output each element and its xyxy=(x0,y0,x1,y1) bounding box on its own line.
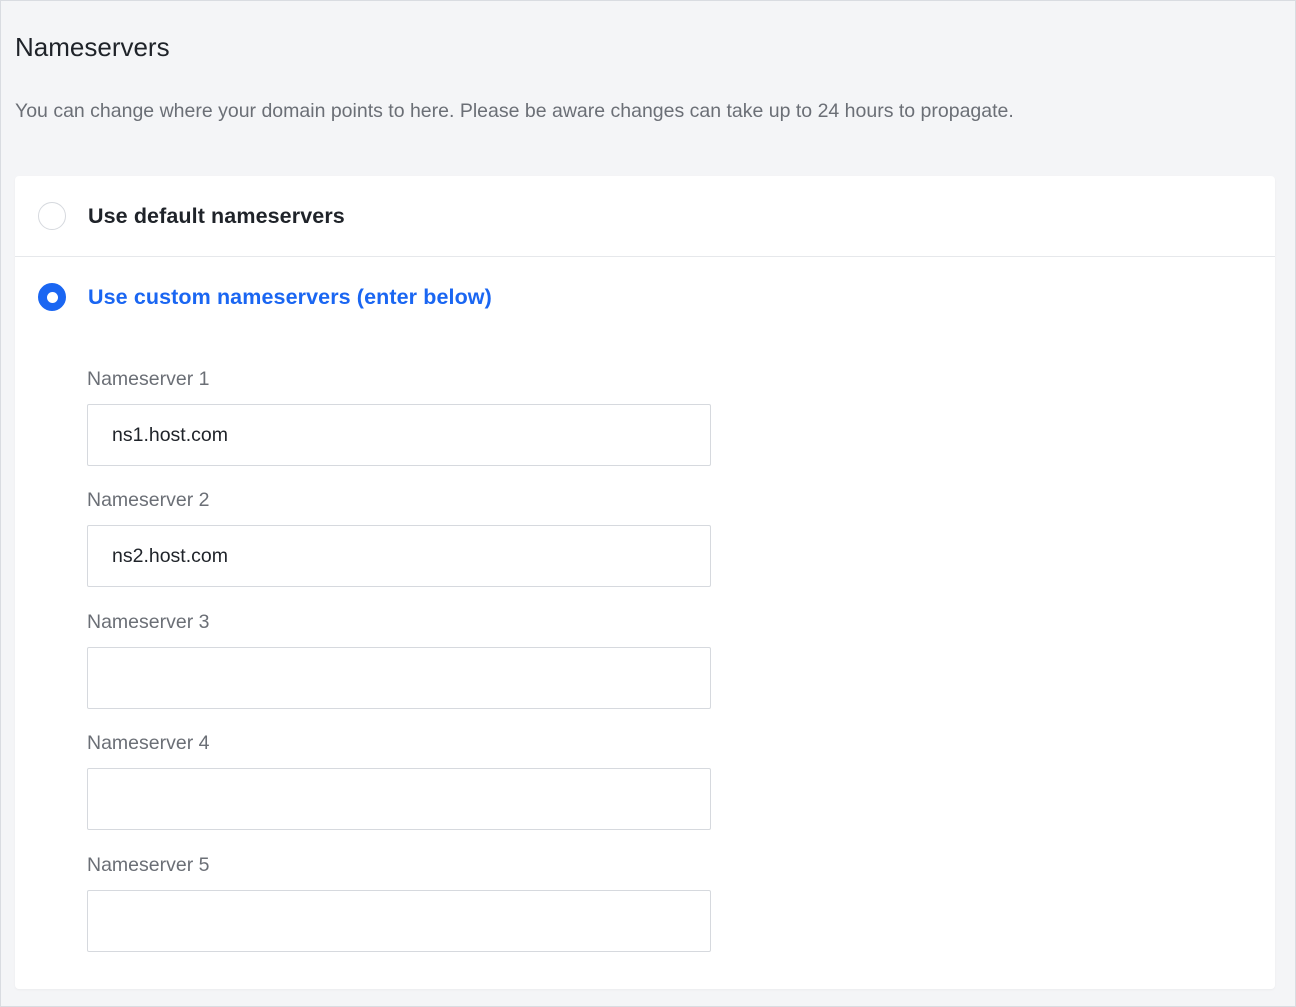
nameserver-4-input[interactable] xyxy=(87,768,711,830)
nameserver-5-input[interactable] xyxy=(87,890,711,952)
nameserver-3-label: Nameserver 3 xyxy=(87,611,210,633)
nameserver-5-label: Nameserver 5 xyxy=(87,854,210,876)
default-nameservers-label[interactable]: Use default nameservers xyxy=(88,202,345,230)
page-title: Nameservers xyxy=(15,32,170,62)
page-description: You can change where your domain points … xyxy=(15,100,1014,122)
nameserver-2-label: Nameserver 2 xyxy=(87,489,210,511)
nameserver-1-label: Nameserver 1 xyxy=(87,368,210,390)
nameservers-panel: Nameservers You can change where your do… xyxy=(0,0,1296,1007)
nameserver-1-input[interactable] xyxy=(87,404,711,466)
nameserver-options-card: Use default nameservers Use custom names… xyxy=(15,176,1275,989)
default-nameservers-option[interactable]: Use default nameservers xyxy=(15,176,1275,257)
nameserver-2-input[interactable] xyxy=(87,525,711,587)
nameserver-3-input[interactable] xyxy=(87,647,711,709)
custom-nameservers-radio[interactable] xyxy=(38,283,66,311)
default-nameservers-radio[interactable] xyxy=(38,202,66,230)
nameserver-4-label: Nameserver 4 xyxy=(87,732,210,754)
custom-nameservers-label[interactable]: Use custom nameservers (enter below) xyxy=(88,283,492,311)
custom-nameservers-option[interactable]: Use custom nameservers (enter below) xyxy=(15,257,1275,337)
